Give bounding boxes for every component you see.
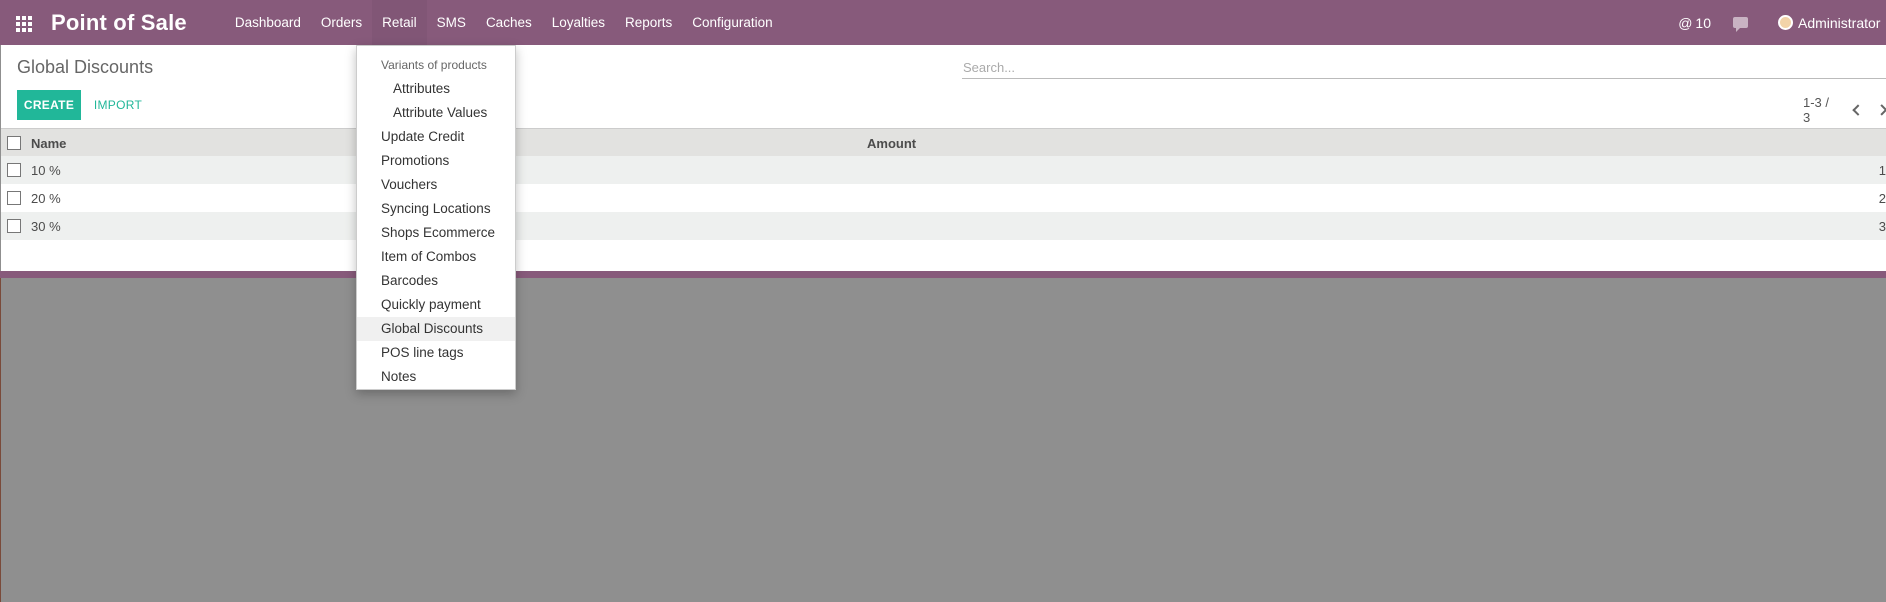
menu-orders[interactable]: Orders <box>311 0 372 45</box>
row-checkbox[interactable] <box>7 191 21 205</box>
dropdown-item-global-discounts[interactable]: Global Discounts <box>357 317 515 341</box>
row-checkbox[interactable] <box>7 163 21 177</box>
menu-reports[interactable]: Reports <box>615 0 682 45</box>
menu-sms[interactable]: SMS <box>427 0 476 45</box>
row-name: 20 % <box>31 191 61 206</box>
table-header: Name Amount <box>1 128 1886 156</box>
dropdown-item-shops-ecommerce[interactable]: Shops Ecommerce <box>357 221 515 245</box>
dropdown-item-quickly-payment[interactable]: Quickly payment <box>357 293 515 317</box>
pager: 1-3 / 3 <box>1803 95 1886 125</box>
page-title: Global Discounts <box>17 57 154 77</box>
retail-dropdown-menu: Variants of products Attributes Attribut… <box>356 45 516 390</box>
table-row[interactable]: 30 % 3 <box>1 212 1886 240</box>
table-row[interactable]: 10 % 1 <box>1 156 1886 184</box>
column-name[interactable]: Name <box>31 136 66 151</box>
create-button[interactable]: CREATE <box>17 90 81 120</box>
content-panel: Global Discounts CREATE IMPORT 1-3 / 3 N… <box>1 45 1886 271</box>
menu-configuration[interactable]: Configuration <box>682 0 782 45</box>
menu-caches[interactable]: Caches <box>476 0 542 45</box>
dropdown-header: Variants of products <box>381 58 487 72</box>
pager-next-icon[interactable] <box>1876 104 1886 116</box>
dropdown-item-syncing-locations[interactable]: Syncing Locations <box>357 197 515 221</box>
at-icon: @ <box>1678 14 1693 31</box>
row-amount: 1 <box>1878 163 1886 178</box>
user-menu[interactable]: Administrator <box>1798 15 1886 31</box>
app-brand[interactable]: Point of Sale <box>51 10 187 36</box>
row-amount: 2 <box>1878 191 1886 206</box>
dropdown-item-promotions[interactable]: Promotions <box>357 149 515 173</box>
activity-button[interactable]: @ 10 <box>1678 15 1711 31</box>
activity-count: 10 <box>1695 14 1711 31</box>
table-row[interactable]: 20 % 2 <box>1 184 1886 212</box>
apps-menu-icon[interactable] <box>16 15 33 32</box>
row-name: 10 % <box>31 163 61 178</box>
import-button[interactable]: IMPORT <box>87 90 149 120</box>
search-input[interactable] <box>962 57 1886 77</box>
menu-dashboard[interactable]: Dashboard <box>225 0 311 45</box>
dropdown-item-vouchers[interactable]: Vouchers <box>357 173 515 197</box>
dropdown-item-item-of-combos[interactable]: Item of Combos <box>357 245 515 269</box>
dropdown-item-pos-line-tags[interactable]: POS line tags <box>357 341 515 365</box>
main-menu: Dashboard Orders Retail SMS Caches Loyal… <box>225 0 783 45</box>
dropdown-item-notes[interactable]: Notes <box>357 365 515 389</box>
chat-icon[interactable] <box>1733 17 1748 32</box>
row-amount: 3 <box>1878 219 1886 234</box>
pager-value[interactable]: 1-3 / 3 <box>1803 95 1838 125</box>
left-edge <box>0 278 1 602</box>
menu-loyalties[interactable]: Loyalties <box>542 0 615 45</box>
menu-retail[interactable]: Retail <box>372 0 427 45</box>
navbar-systray: @ 10 Administrator <box>1678 0 1886 45</box>
dropdown-item-attributes[interactable]: Attributes <box>357 77 515 101</box>
dropdown-item-update-credit[interactable]: Update Credit <box>357 125 515 149</box>
row-checkbox[interactable] <box>7 219 21 233</box>
top-navbar: Point of Sale Dashboard Orders Retail SM… <box>0 0 1886 45</box>
select-all-checkbox[interactable] <box>7 136 21 150</box>
dropdown-item-barcodes[interactable]: Barcodes <box>357 269 515 293</box>
row-name: 30 % <box>31 219 61 234</box>
pager-previous-icon[interactable] <box>1852 104 1864 116</box>
user-avatar[interactable] <box>1778 15 1793 30</box>
footer-band <box>0 271 1886 278</box>
search-box <box>962 57 1886 79</box>
dropdown-item-attribute-values[interactable]: Attribute Values <box>357 101 515 125</box>
column-amount[interactable]: Amount <box>867 136 916 151</box>
